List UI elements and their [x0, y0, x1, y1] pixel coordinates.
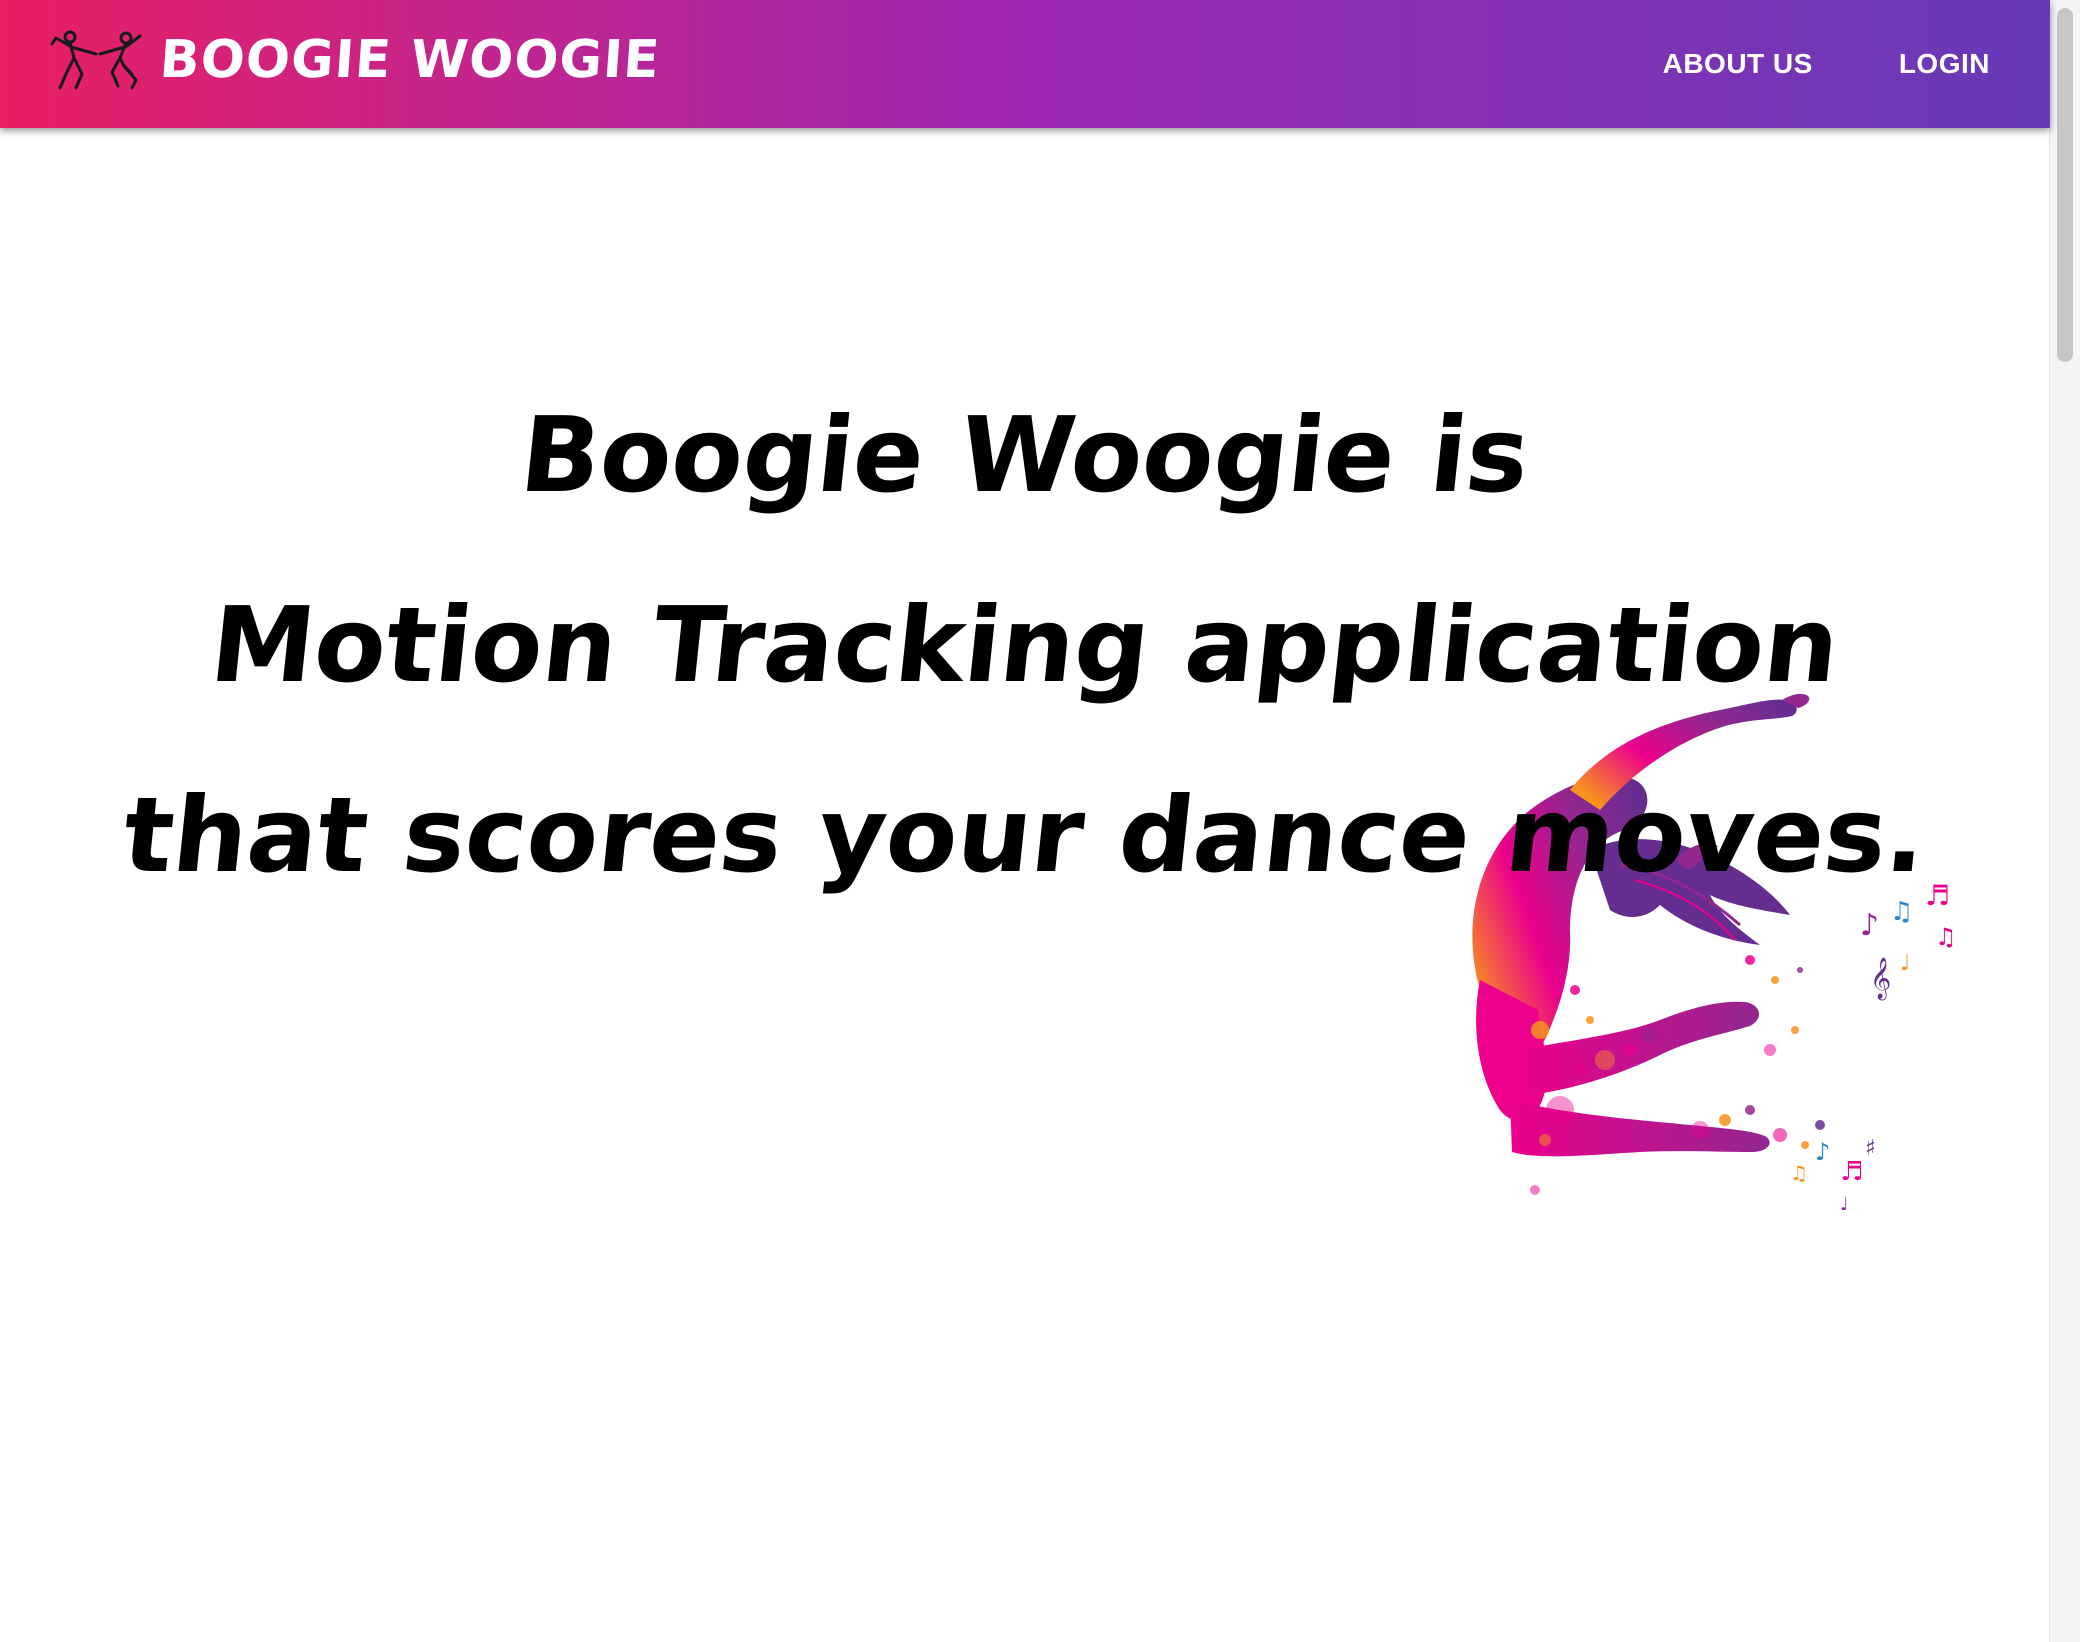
svg-text:♫: ♫ — [1790, 1161, 1808, 1185]
brand-home-link[interactable]: BOOGIE WOOGIE — [48, 28, 663, 92]
login-button[interactable]: LOGIN — [1877, 36, 2012, 92]
svg-text:♩: ♩ — [1840, 1194, 1849, 1215]
top-nav: ABOUT US LOGIN — [1599, 0, 2012, 128]
hero-line-1: Boogie Woogie is — [514, 394, 1536, 516]
vertical-scrollbar[interactable] — [2049, 0, 2080, 1642]
about-us-button[interactable]: ABOUT US — [1641, 36, 1835, 92]
hero-line-3: that scores your dance moves. — [117, 774, 1933, 896]
svg-text:♯: ♯ — [1865, 1136, 1876, 1161]
scrollbar-thumb[interactable] — [2057, 8, 2073, 362]
hero-line-2: Motion Tracking application — [204, 584, 1846, 706]
svg-text:𝄞: 𝄞 — [1870, 957, 1891, 1000]
brand-title: BOOGIE WOOGIE — [157, 30, 663, 90]
page: BOOGIE WOOGIE ABOUT US LOGIN Boogie Woog… — [0, 0, 2080, 1642]
app-bar: BOOGIE WOOGIE ABOUT US LOGIN — [0, 0, 2050, 128]
hero-tagline: Boogie Woogie is Motion Tracking applica… — [0, 360, 2050, 930]
svg-text:♬: ♬ — [1840, 1157, 1863, 1187]
svg-text:♪: ♪ — [1815, 1138, 1830, 1166]
dancing-couple-icon — [50, 30, 142, 90]
svg-text:♩: ♩ — [1900, 951, 1910, 976]
